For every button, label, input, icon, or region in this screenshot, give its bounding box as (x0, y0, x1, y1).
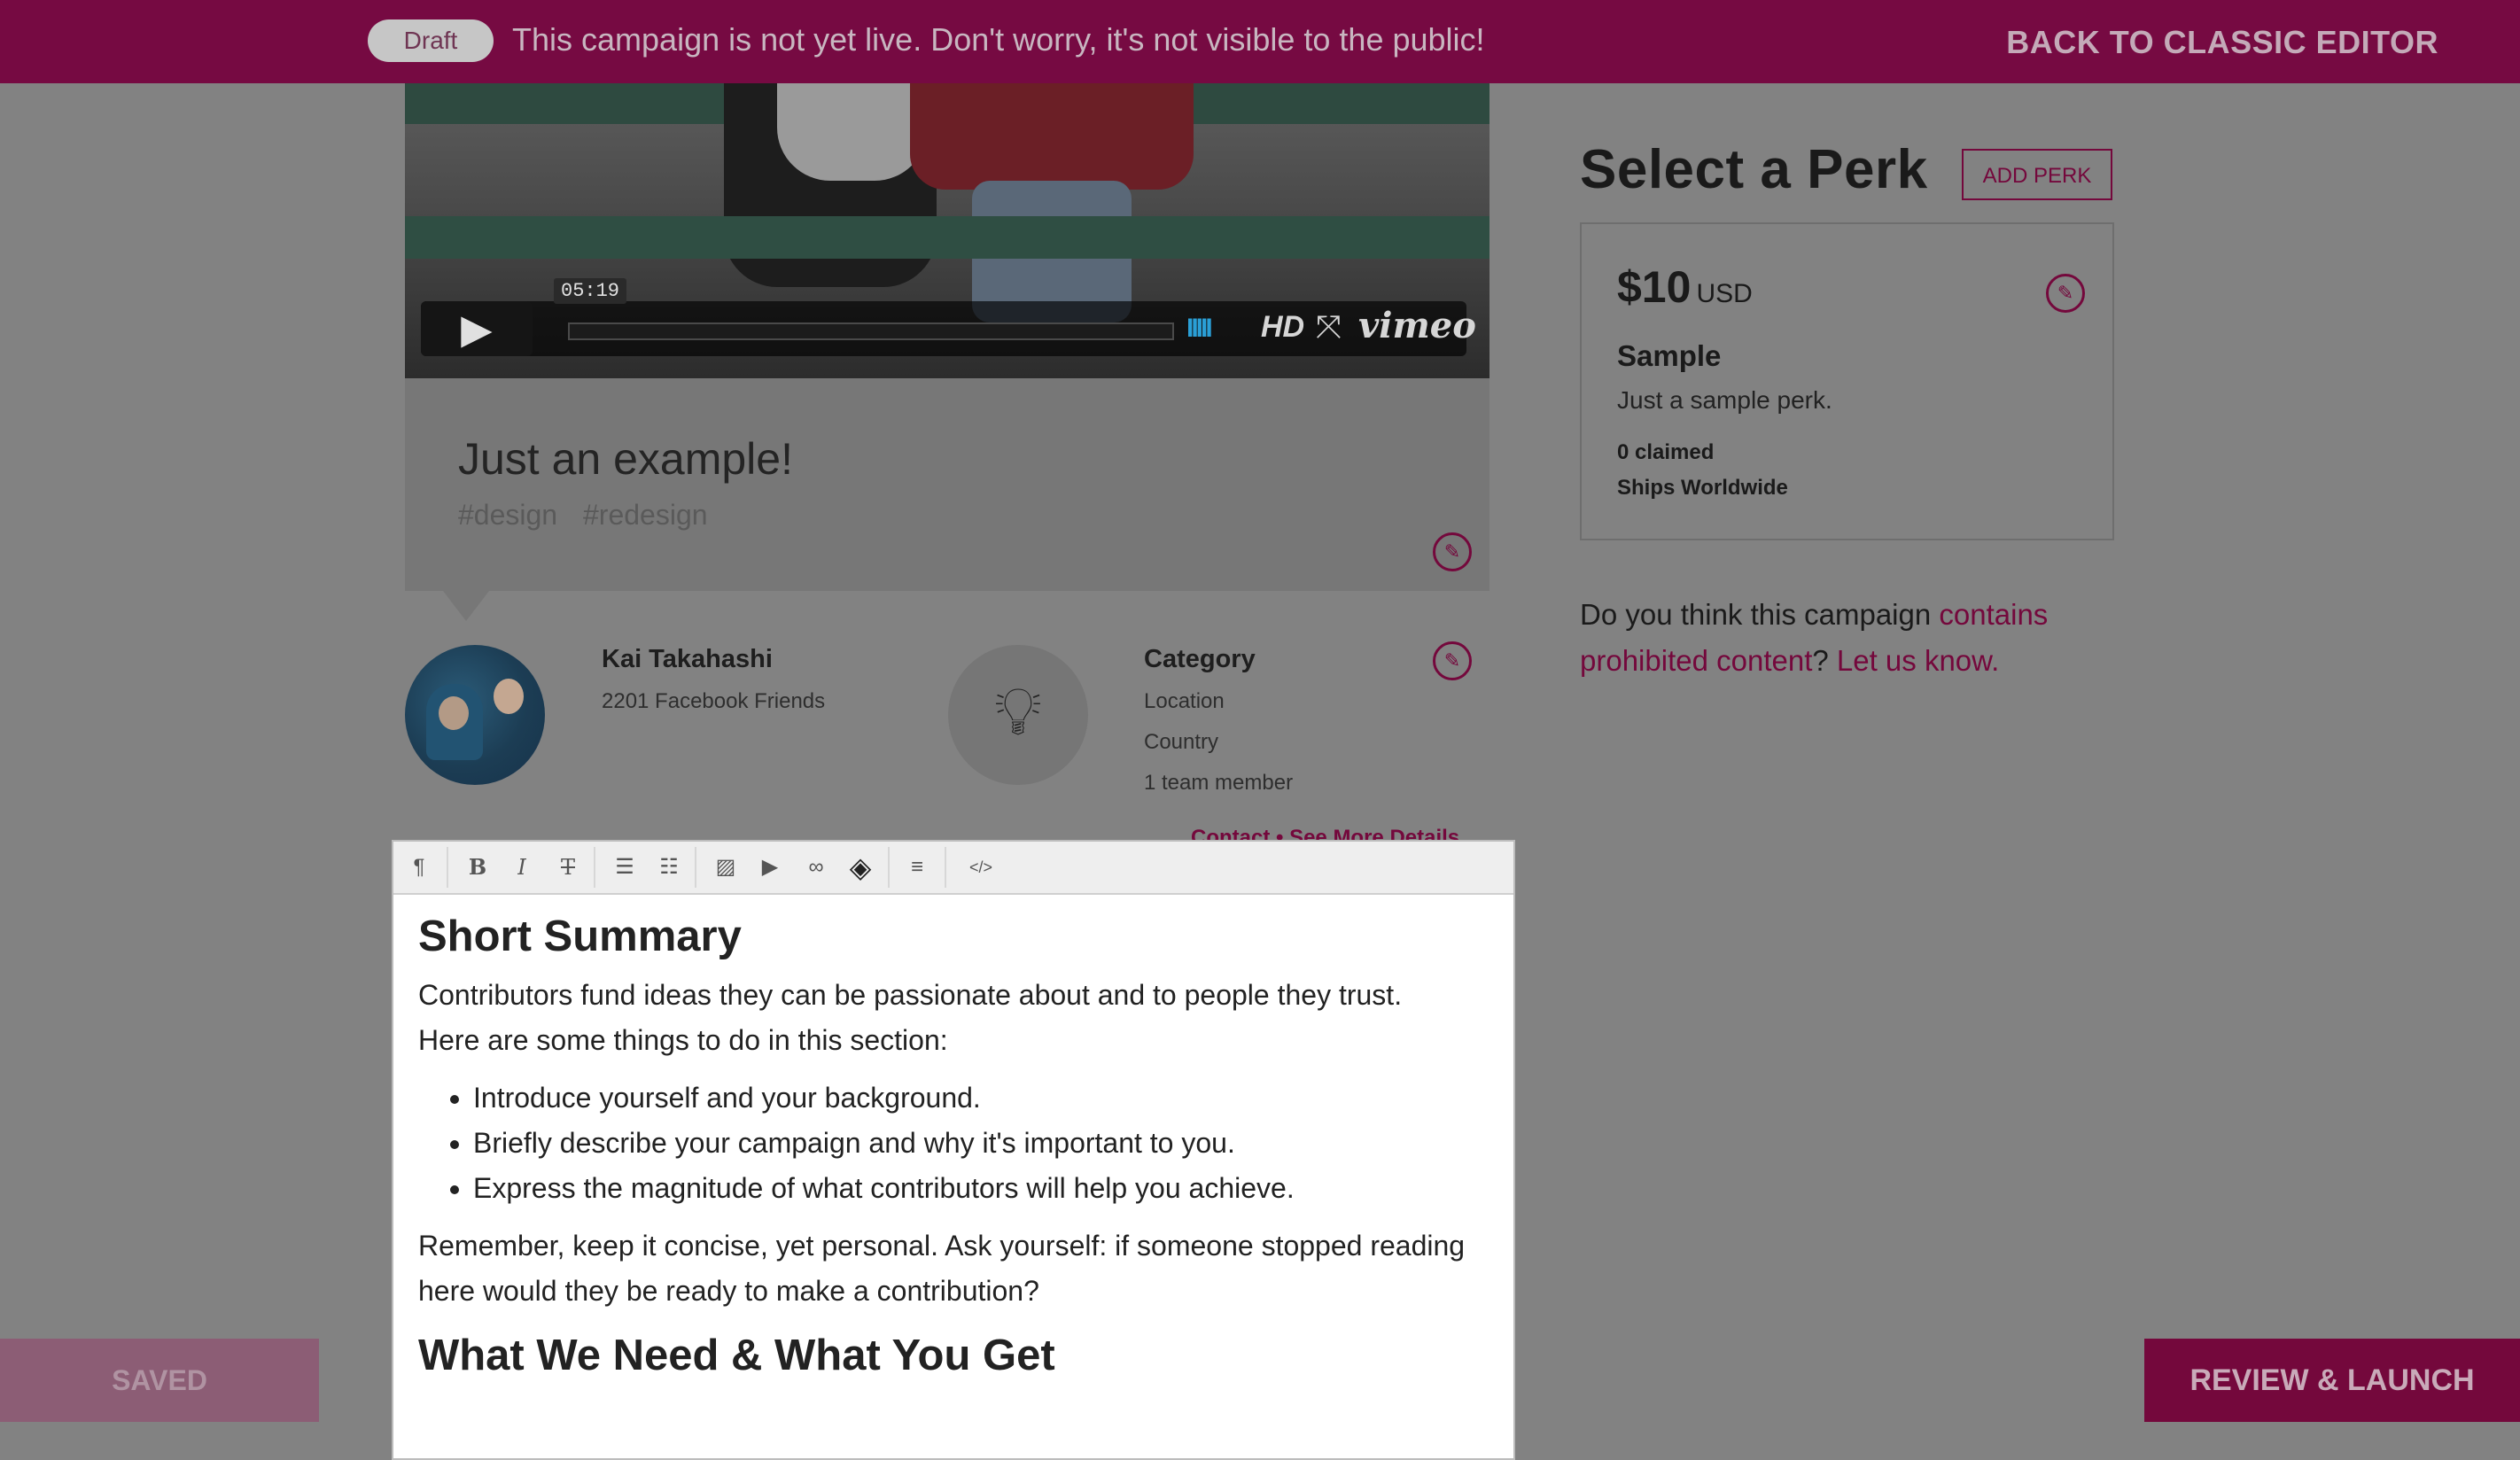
paragraph-icon[interactable]: ¶ (402, 850, 436, 884)
avatar-face (439, 696, 469, 730)
draft-badge: Draft (368, 19, 494, 62)
toolbar-divider (945, 847, 946, 888)
perk-claimed: 0 claimed (1617, 440, 1715, 464)
toolbar-divider (888, 847, 890, 888)
image-icon[interactable]: ▨ (709, 850, 743, 884)
owner-name[interactable]: Kai Takahashi (602, 645, 773, 674)
edit-perk-pencil-icon[interactable]: ✎ (2046, 274, 2085, 313)
report-content-text: Do you think this campaign contains proh… (1580, 592, 2129, 684)
editor-toolbar: ¶ B I T ☰ ☷ ▨ ▶ ∞ ◈ ≡ </> (393, 842, 1513, 895)
campaign-title: Just an example! (458, 434, 793, 484)
link-icon[interactable]: ∞ (799, 850, 833, 884)
list-item: Express the magnitude of what contributo… (473, 1166, 1490, 1211)
perk-price: $10 USD (1617, 261, 1753, 313)
video-frame-shirt (777, 83, 928, 181)
perk-card[interactable]: $10 USD ✎ Sample Just a sample perk. 0 cl… (1580, 222, 2114, 540)
category-country: Country (1144, 730, 1219, 754)
lightbulb-icon: 💡︎ (994, 674, 1042, 749)
category-team: 1 team member (1144, 771, 1294, 795)
toolbar-divider (695, 847, 696, 888)
draft-message: This campaign is not yet live. Don't wor… (512, 21, 1485, 58)
campaign-video[interactable]: ▶ 05:19 IIIII HD ⤧ vimeo (405, 83, 1489, 378)
editor-content[interactable]: Short Summary Contributors fund ideas th… (418, 907, 1490, 1385)
category-location: Location (1144, 689, 1225, 713)
back-to-classic-editor-button[interactable]: BACK TO CLASSIC EDITOR (2006, 21, 2438, 64)
tag[interactable]: #redesign (583, 499, 708, 531)
numbered-list-icon[interactable]: ☷ (652, 850, 686, 884)
perk-description: Just a sample perk. (1617, 386, 1832, 414)
campaign-tags: #design #redesign (458, 499, 726, 532)
story-editor[interactable]: ¶ B I T ☰ ☷ ▨ ▶ ∞ ◈ ≡ </> Short Summary … (392, 840, 1515, 1460)
summary-list: Introduce yourself and your background. … (418, 1076, 1490, 1211)
needs-heading: What We Need & What You Get (418, 1332, 1055, 1379)
owner-friends: 2201 Facebook Friends (602, 689, 826, 713)
category-label: Category (1144, 645, 1256, 673)
report-middle: ? (1812, 644, 1837, 677)
let-us-know-link[interactable]: Let us know. (1837, 644, 1999, 677)
video-frame-jacket (910, 83, 1194, 190)
summary-reminder: Remember, keep it concise, yet personal.… (418, 1230, 1466, 1307)
video-icon[interactable]: ▶ (753, 850, 787, 884)
avatar-face (494, 679, 524, 714)
summary-text: Contributors fund ideas they can be pass… (418, 979, 1403, 1011)
italic-icon[interactable]: I (505, 850, 539, 884)
perk-currency: USD (1696, 279, 1753, 308)
toolbar-divider (594, 847, 595, 888)
hd-toggle[interactable]: HD (1261, 310, 1304, 345)
draft-banner: Draft This campaign is not yet live. Don… (0, 0, 2520, 83)
report-prefix: Do you think this campaign (1580, 598, 1940, 631)
video-progress-bar[interactable] (568, 322, 1174, 340)
code-icon[interactable]: </> (959, 850, 1003, 884)
avatar[interactable] (405, 645, 545, 785)
summary-heading: Short Summary (418, 912, 742, 960)
panel-pointer (443, 591, 489, 621)
toolbar-divider (447, 847, 448, 888)
list-item: Introduce yourself and your background. (473, 1076, 1490, 1121)
perk-amount: $10 (1617, 262, 1692, 312)
list-item: Briefly describe your campaign and why i… (473, 1121, 1490, 1166)
edit-details-pencil-icon[interactable]: ✎ (1433, 641, 1472, 680)
add-perk-button[interactable]: ADD PERK (1962, 149, 2112, 200)
bold-icon[interactable]: B (461, 850, 494, 884)
strikethrough-icon[interactable]: T (551, 850, 585, 884)
video-timecode: 05:19 (554, 278, 627, 304)
bulleted-list-icon[interactable]: ☰ (608, 850, 642, 884)
campaign-title-panel: Just an example! #design #redesign ✎ (405, 378, 1489, 591)
video-frame-seat (405, 216, 1489, 259)
video-controls: ▶ 05:19 IIIII HD ⤧ vimeo (421, 278, 1476, 356)
play-icon[interactable]: ▶ (421, 301, 533, 356)
vimeo-logo[interactable]: vimeo (1358, 305, 1476, 346)
align-icon[interactable]: ≡ (900, 850, 934, 884)
select-perk-heading: Select a Perk (1580, 139, 1928, 200)
fullscreen-icon[interactable]: ⤧ (1316, 308, 1342, 346)
summary-text: Here are some things to do in this secti… (418, 1024, 948, 1056)
review-launch-button[interactable]: REVIEW & LAUNCH (2144, 1339, 2520, 1422)
perk-shipping: Ships Worldwide (1617, 476, 1788, 500)
clear-format-icon[interactable]: ◈ (844, 850, 877, 884)
volume-icon[interactable]: IIIII (1186, 314, 1213, 344)
edit-title-pencil-icon[interactable]: ✎ (1433, 532, 1472, 571)
perk-name: Sample (1617, 339, 1722, 372)
tag[interactable]: #design (458, 499, 557, 531)
saved-button: SAVED (0, 1339, 319, 1422)
